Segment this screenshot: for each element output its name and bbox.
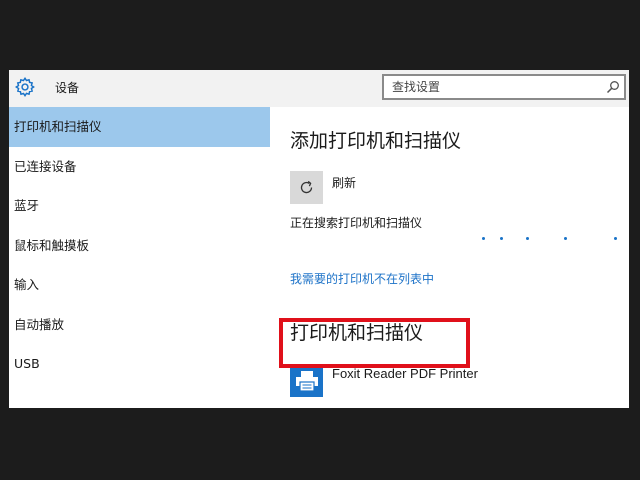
sidebar-item-connected-devices[interactable]: 已连接设备 bbox=[9, 147, 270, 187]
sidebar-item-bluetooth[interactable]: 蓝牙 bbox=[9, 186, 270, 226]
sidebar-item-printers-scanners[interactable]: 打印机和扫描仪 bbox=[9, 107, 270, 147]
progress-dot bbox=[564, 237, 567, 240]
refresh-icon bbox=[300, 180, 313, 194]
sidebar: 打印机和扫描仪 已连接设备 蓝牙 鼠标和触摸板 输入 自动播放 USB bbox=[9, 107, 270, 408]
page-title: 设备 bbox=[55, 81, 80, 95]
searching-status: 正在搜索打印机和扫描仪 bbox=[290, 216, 423, 230]
sidebar-item-usb[interactable]: USB bbox=[9, 344, 270, 384]
title-bar: 设备 bbox=[9, 70, 629, 107]
progress-dot bbox=[482, 237, 485, 240]
printer-not-listed-link[interactable]: 我需要的打印机不在列表中 bbox=[290, 270, 434, 287]
search-box[interactable] bbox=[382, 74, 626, 100]
progress-dot bbox=[526, 237, 529, 240]
refresh-label[interactable]: 刷新 bbox=[332, 174, 356, 191]
printer-name[interactable]: Foxit Reader PDF Printer bbox=[332, 366, 478, 381]
progress-dot bbox=[614, 237, 617, 240]
add-printers-heading: 添加打印机和扫描仪 bbox=[290, 130, 462, 152]
refresh-button[interactable] bbox=[290, 171, 323, 204]
sidebar-item-mouse-touchpad[interactable]: 鼠标和触摸板 bbox=[9, 226, 270, 266]
progress-dot bbox=[500, 237, 503, 240]
printer-tile[interactable] bbox=[290, 364, 323, 397]
search-input[interactable] bbox=[384, 76, 594, 98]
highlight-annotation bbox=[279, 318, 470, 368]
printer-icon bbox=[296, 371, 318, 392]
sidebar-item-autoplay[interactable]: 自动播放 bbox=[9, 305, 270, 345]
settings-window: 设备 打印机和扫描仪 已连接设备 蓝牙 鼠标和触摸板 输入 自动播放 USB 添… bbox=[9, 70, 629, 408]
search-icon[interactable] bbox=[606, 80, 620, 94]
gear-icon[interactable] bbox=[14, 76, 36, 98]
sidebar-item-typing[interactable]: 输入 bbox=[9, 265, 270, 305]
